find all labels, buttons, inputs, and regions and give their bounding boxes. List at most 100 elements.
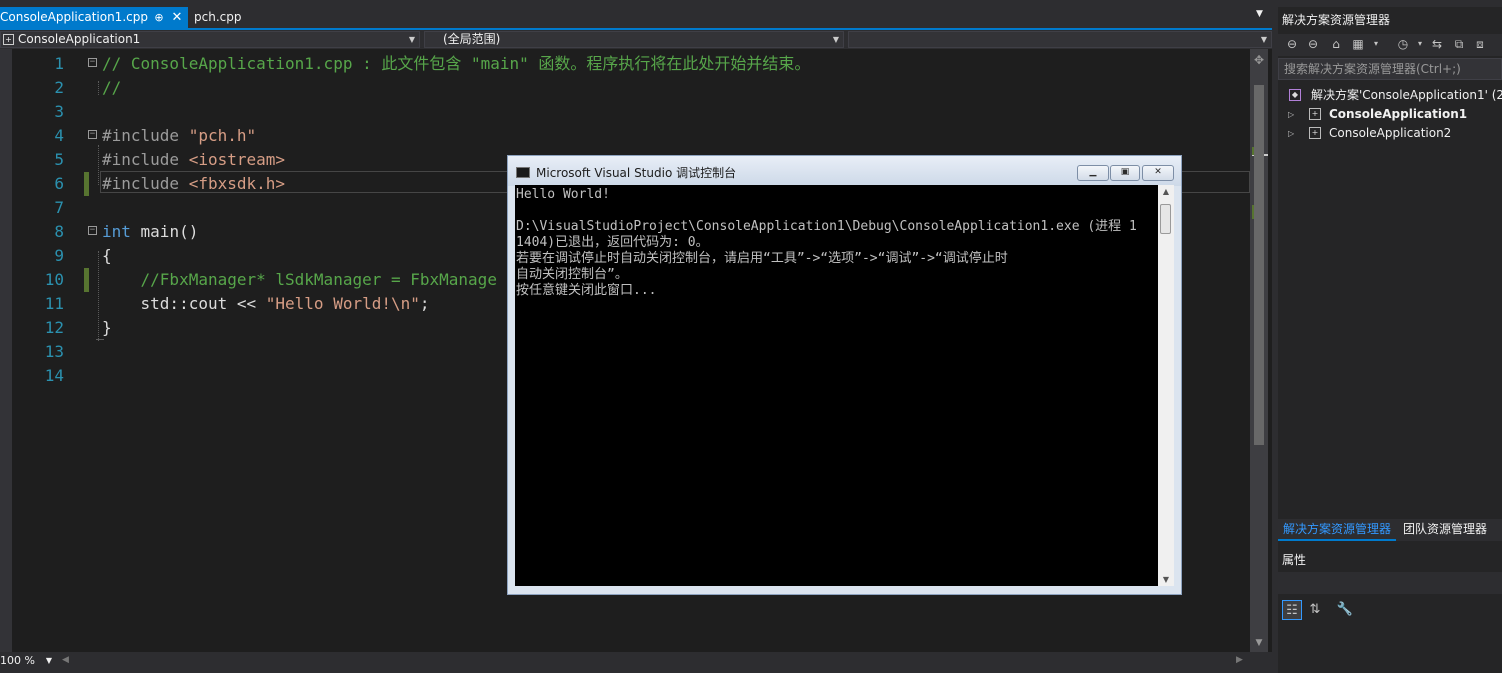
collapse-outline-icon[interactable]: − xyxy=(88,226,97,235)
console-scrollbar[interactable]: ▲ ▼ xyxy=(1158,185,1174,586)
code-token: int xyxy=(102,222,131,241)
console-output-area[interactable]: Hello World! D:\VisualStudioProject\Cons… xyxy=(515,185,1158,586)
code-token: std::cout << xyxy=(102,294,266,313)
tab-team-explorer[interactable]: 团队资源管理器 xyxy=(1398,519,1492,539)
scroll-down-icon[interactable]: ▼ xyxy=(1250,638,1268,648)
split-icon[interactable]: ✥ xyxy=(1250,53,1268,67)
change-indicator xyxy=(84,172,89,196)
close-window-button[interactable]: ✕ xyxy=(1142,165,1174,181)
scrollbar-thumb[interactable] xyxy=(1254,85,1264,445)
project-icon: + xyxy=(3,34,14,45)
code-text: } xyxy=(102,316,112,340)
close-tab-button[interactable]: ✕ xyxy=(170,7,184,28)
member-dropdown[interactable]: ▼ xyxy=(848,31,1272,48)
sync-icon[interactable]: ⇆ xyxy=(1429,36,1445,52)
console-title: Microsoft Visual Studio 调试控制台 xyxy=(536,166,737,180)
line-number: 10 xyxy=(44,270,64,289)
property-pages-wrench-icon[interactable]: 🔧 xyxy=(1335,600,1355,620)
scroll-right-icon[interactable]: ▶ xyxy=(1236,655,1243,665)
solution-search-input[interactable]: 搜索解决方案资源管理器(Ctrl+;) xyxy=(1278,58,1502,80)
line-number: 1 xyxy=(54,54,64,73)
code-token: #include xyxy=(102,174,189,193)
collapse-all-icon[interactable]: ⧉ xyxy=(1451,36,1467,52)
console-titlebar[interactable]: Microsoft Visual Studio 调试控制台 ▁ ▣ ✕ xyxy=(508,156,1181,186)
panel-tab-strip: 解决方案资源管理器 团队资源管理器 xyxy=(1278,519,1502,541)
zoom-dropdown[interactable]: 100 % ▼ xyxy=(0,652,54,670)
forward-icon[interactable]: ⊖ xyxy=(1305,36,1321,52)
code-token: { xyxy=(102,246,112,265)
line-number: 13 xyxy=(44,342,64,361)
chevron-down-icon: ▼ xyxy=(408,35,415,44)
line-number: 14 xyxy=(44,366,64,385)
history-icon[interactable]: ◷ xyxy=(1395,36,1411,52)
scope-dropdown[interactable]: (全局范围) ▼ xyxy=(424,31,844,48)
tab-solution-explorer[interactable]: 解决方案资源管理器 xyxy=(1278,519,1397,541)
document-tab-bar: ConsoleApplication1.cpp ⊕ ✕ pch.cpp ▼ xyxy=(0,7,1272,28)
collapse-outline-icon[interactable]: − xyxy=(88,130,97,139)
console-app-icon xyxy=(516,167,530,178)
code-token: "Hello World!\n" xyxy=(265,294,420,313)
switch-views-icon[interactable]: ▦ xyxy=(1350,36,1366,52)
tree-item-label: ConsoleApplication2 xyxy=(1329,126,1452,140)
code-line[interactable]: 3 xyxy=(0,100,1250,124)
code-token: "pch.h" xyxy=(188,126,257,145)
chevron-down-icon: ▼ xyxy=(832,35,839,44)
alphabetical-sort-icon[interactable]: ⇅ xyxy=(1305,600,1325,620)
tab-overflow-dropdown-icon[interactable]: ▼ xyxy=(1256,9,1263,19)
properties-toolbar: ☷ ⇅ 🔧 xyxy=(1278,596,1502,624)
line-number: 2 xyxy=(54,78,64,97)
code-text: int main() xyxy=(102,220,198,244)
maximize-button[interactable]: ▣ xyxy=(1110,165,1140,181)
tree-item-label: 解决方案'ConsoleApplication1' (2 xyxy=(1311,88,1502,102)
solution-explorer-panel: 解决方案资源管理器 ⊖ ⊖ ⌂ ▦ ▾ ◷ ▾ ⇆ ⧉ ⧈ 搜索解决方案资源管理… xyxy=(1278,7,1502,673)
editor-bottom-bar: 100 % ▼ ◀ ▶ xyxy=(0,652,1272,673)
line-number: 11 xyxy=(44,294,64,313)
project-dropdown[interactable]: + ConsoleApplication1 ▼ xyxy=(0,31,420,48)
expand-arrow-icon[interactable]: ▷ xyxy=(1288,124,1294,143)
tree-item-label: ConsoleApplication1 xyxy=(1329,107,1468,121)
line-number: 12 xyxy=(44,318,64,337)
minimize-button[interactable]: ▁ xyxy=(1077,165,1109,181)
back-icon[interactable]: ⊖ xyxy=(1284,36,1300,52)
tree-item-solution[interactable]: ◆ 解决方案'ConsoleApplication1' (2 xyxy=(1278,86,1502,105)
code-text: // ConsoleApplication1.cpp : 此文件包含 "main… xyxy=(102,52,810,76)
tab-pch-cpp[interactable]: pch.cpp xyxy=(194,7,241,28)
pin-icon[interactable]: ⊕ xyxy=(152,7,166,28)
scroll-up-icon[interactable]: ▲ xyxy=(1158,187,1174,196)
solution-explorer-toolbar: ⊖ ⊖ ⌂ ▦ ▾ ◷ ▾ ⇆ ⧉ ⧈ xyxy=(1278,34,1502,56)
code-text: { xyxy=(102,244,112,268)
code-line[interactable]: 2 // xyxy=(0,76,1250,100)
code-text: //FbxManager* lSdkManager = FbxManage xyxy=(102,268,497,292)
show-all-files-icon[interactable]: ⧈ xyxy=(1472,36,1488,52)
scrollbar-thumb[interactable] xyxy=(1160,204,1171,234)
scroll-left-icon[interactable]: ◀ xyxy=(62,655,69,665)
line-number: 8 xyxy=(54,222,64,241)
debug-console-window[interactable]: Microsoft Visual Studio 调试控制台 ▁ ▣ ✕ Hell… xyxy=(507,155,1182,595)
scroll-down-icon[interactable]: ▼ xyxy=(1158,575,1174,584)
code-line[interactable]: 1 −// ConsoleApplication1.cpp : 此文件包含 "ma… xyxy=(0,52,1250,76)
panel-title: 解决方案资源管理器 xyxy=(1282,13,1391,27)
code-text: #include "pch.h" xyxy=(102,124,256,148)
tree-item-project[interactable]: ▷ + ConsoleApplication2 xyxy=(1278,124,1502,143)
project-dropdown-value: ConsoleApplication1 xyxy=(18,32,141,46)
code-token: #include xyxy=(102,126,189,145)
line-number: 7 xyxy=(54,198,64,217)
change-indicator xyxy=(84,268,89,292)
code-line[interactable]: 4 − #include "pch.h" xyxy=(0,124,1250,148)
zoom-value: 100 % xyxy=(0,654,35,667)
properties-title: 属性 xyxy=(1282,553,1307,567)
chevron-down-icon[interactable]: ▾ xyxy=(1368,36,1384,52)
properties-object-selector[interactable] xyxy=(1278,572,1502,594)
vertical-scrollbar[interactable]: ✥ ▼ xyxy=(1250,49,1268,652)
chevron-down-icon[interactable]: ▾ xyxy=(1412,36,1428,52)
tab-consoleapplication1-cpp[interactable]: ConsoleApplication1.cpp ⊕ ✕ xyxy=(0,7,188,28)
home-icon[interactable]: ⌂ xyxy=(1328,36,1344,52)
expand-arrow-icon[interactable]: ▷ xyxy=(1288,105,1294,124)
categorized-icon[interactable]: ☷ xyxy=(1282,600,1302,620)
code-token: //FbxManager* lSdkManager = FbxManage xyxy=(102,270,497,289)
line-number: 9 xyxy=(54,246,64,265)
tree-item-project[interactable]: ▷ + ConsoleApplication1 xyxy=(1278,105,1502,124)
console-output-text: Hello World! D:\VisualStudioProject\Cons… xyxy=(516,187,1137,298)
code-text: #include <iostream> xyxy=(102,148,285,172)
collapse-outline-icon[interactable]: − xyxy=(88,58,97,67)
